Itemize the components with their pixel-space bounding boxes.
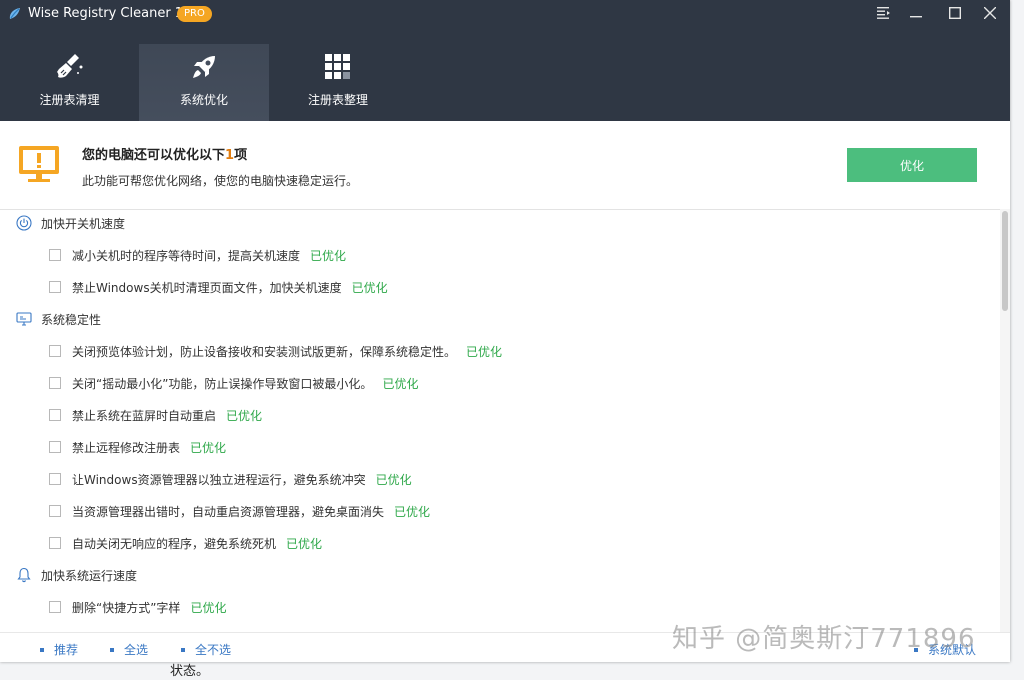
- tab-registry-defrag[interactable]: 注册表整理: [270, 44, 406, 121]
- item-text: 禁止Windows关机时清理页面文件，加快关机速度 已优化: [72, 281, 388, 295]
- monitor-icon: [16, 312, 32, 326]
- status-badge: 已优化: [286, 537, 323, 551]
- item-checkbox[interactable]: [49, 377, 61, 389]
- optimize-count: 1: [225, 148, 235, 163]
- title-bar: Wise Registry Cleaner 11 PRO: [0, 0, 1010, 28]
- section-label: 系统稳定性: [41, 313, 102, 327]
- item-text: 让Windows资源管理器以独立进程运行，避免系统冲突 已优化: [72, 473, 412, 487]
- item-text: 关闭预览体验计划，防止设备接收和安装测试版更新，保障系统稳定性。 已优化: [72, 345, 503, 359]
- status-badge: 已优化: [394, 505, 431, 519]
- list-item: 关闭“摇动最小化”功能，防止误操作导致窗口被最小化。 已优化: [0, 371, 1000, 395]
- list-item: 让Windows资源管理器以独立进程运行，避免系统冲突 已优化: [0, 467, 1000, 491]
- section-label: 加快开关机速度: [41, 217, 126, 231]
- item-text: 禁止远程修改注册表 已优化: [72, 441, 227, 455]
- bullet-icon: [110, 647, 114, 652]
- header: Wise Registry Cleaner 11 PRO 注册表清理 系统优化 …: [0, 0, 1010, 121]
- menu-icon: [877, 7, 890, 19]
- list-item: 禁止远程修改注册表 已优化: [0, 435, 1000, 459]
- item-text: 自动关闭无响应的程序，避免系统死机 已优化: [72, 537, 323, 551]
- status-badge: 已优化: [351, 281, 388, 295]
- item-checkbox[interactable]: [49, 601, 61, 613]
- scrollbar-thumb[interactable]: [1002, 211, 1008, 311]
- watermark: 知乎 @简奥斯汀771896: [672, 624, 976, 654]
- tab-system-optimize[interactable]: 系统优化: [139, 44, 269, 121]
- close-icon: [984, 7, 996, 19]
- bullet-icon: [40, 647, 44, 652]
- item-text: 删除“快捷方式”字样 已优化: [72, 601, 227, 615]
- pro-badge: PRO: [177, 6, 212, 22]
- minimize-icon: [910, 16, 922, 18]
- item-checkbox[interactable]: [49, 281, 61, 293]
- tab-label: 注册表整理: [307, 93, 368, 107]
- status-badge: 已优化: [466, 345, 503, 359]
- close-button[interactable]: [977, 2, 1003, 24]
- status-badge: 已优化: [310, 249, 347, 263]
- optimize-button[interactable]: 优化: [847, 148, 977, 182]
- item-checkbox[interactable]: [49, 441, 61, 453]
- list-item: 删除“快捷方式”字样 已优化: [0, 595, 1000, 619]
- tab-label: 注册表清理: [39, 93, 100, 107]
- list-item: 减小关机时的程序等待时间，提高关机速度 已优化: [0, 243, 1000, 267]
- power-icon: [16, 215, 32, 231]
- summary-description: 此功能可帮您优化网络，使您的电脑快速稳定运行。: [82, 174, 359, 188]
- item-text: 当资源管理器出错时，自动重启资源管理器，避免桌面消失 已优化: [72, 505, 431, 519]
- status-badge: 已优化: [375, 473, 412, 487]
- status-badge: 已优化: [190, 601, 227, 615]
- monitor-alert-icon: [19, 146, 59, 182]
- list-item: 禁止Windows关机时清理页面文件，加快关机速度 已优化: [0, 275, 1000, 299]
- item-checkbox[interactable]: [49, 409, 61, 421]
- section-label: 加快系统运行速度: [41, 569, 138, 583]
- list-scrollbar[interactable]: [1000, 209, 1010, 632]
- summary-title: 您的电脑还可以优化以下1项: [82, 148, 248, 163]
- item-checkbox[interactable]: [49, 249, 61, 261]
- list-item: 当资源管理器出错时，自动重启资源管理器，避免桌面消失 已优化: [0, 499, 1000, 523]
- item-text: 禁止系统在蓝屏时自动重启 已优化: [72, 409, 263, 423]
- list-item: 自动关闭无响应的程序，避免系统死机 已优化: [0, 531, 1000, 555]
- item-checkbox[interactable]: [49, 345, 61, 357]
- app-window: Wise Registry Cleaner 11 PRO 注册表清理 系统优化 …: [0, 0, 1010, 662]
- minimize-button[interactable]: [903, 2, 929, 24]
- recommend-link[interactable]: 推荐: [40, 641, 78, 658]
- maximize-button[interactable]: [942, 2, 968, 24]
- item-checkbox[interactable]: [49, 505, 61, 517]
- app-title: Wise Registry Cleaner 11: [28, 6, 192, 21]
- menu-button[interactable]: [871, 2, 897, 24]
- status-badge: 已优化: [382, 377, 419, 391]
- bell-icon: [17, 567, 31, 583]
- maximize-icon: [949, 7, 961, 19]
- rocket-icon: [193, 56, 215, 78]
- item-checkbox[interactable]: [49, 537, 61, 549]
- select-all-link[interactable]: 全选: [110, 641, 148, 658]
- summary-panel: 您的电脑还可以优化以下1项 此功能可帮您优化网络，使您的电脑快速稳定运行。 优化: [0, 121, 1010, 210]
- status-badge: 已优化: [226, 409, 263, 423]
- bullet-icon: [181, 647, 185, 652]
- select-none-link[interactable]: 全不选: [181, 641, 231, 658]
- list-item: 禁止系统在蓝屏时自动重启 已优化: [0, 403, 1000, 427]
- optimization-list: 加快开关机速度 减小关机时的程序等待时间，提高关机速度 已优化 禁止Windows…: [0, 209, 1000, 632]
- tab-label: 系统优化: [179, 93, 228, 107]
- item-text: 减小关机时的程序等待时间，提高关机速度 已优化: [72, 249, 347, 263]
- broom-icon: [56, 54, 82, 78]
- status-badge: 已优化: [190, 441, 227, 455]
- item-text: 关闭“摇动最小化”功能，防止误操作导致窗口被最小化。 已优化: [72, 377, 419, 391]
- background-text: 状态。: [170, 664, 210, 679]
- list-item: 关闭预览体验计划，防止设备接收和安装测试版更新，保障系统稳定性。 已优化: [0, 339, 1000, 363]
- app-logo-icon: [9, 8, 20, 19]
- tab-registry-clean[interactable]: 注册表清理: [0, 44, 139, 121]
- item-checkbox[interactable]: [49, 473, 61, 485]
- grid-icon: [325, 54, 350, 79]
